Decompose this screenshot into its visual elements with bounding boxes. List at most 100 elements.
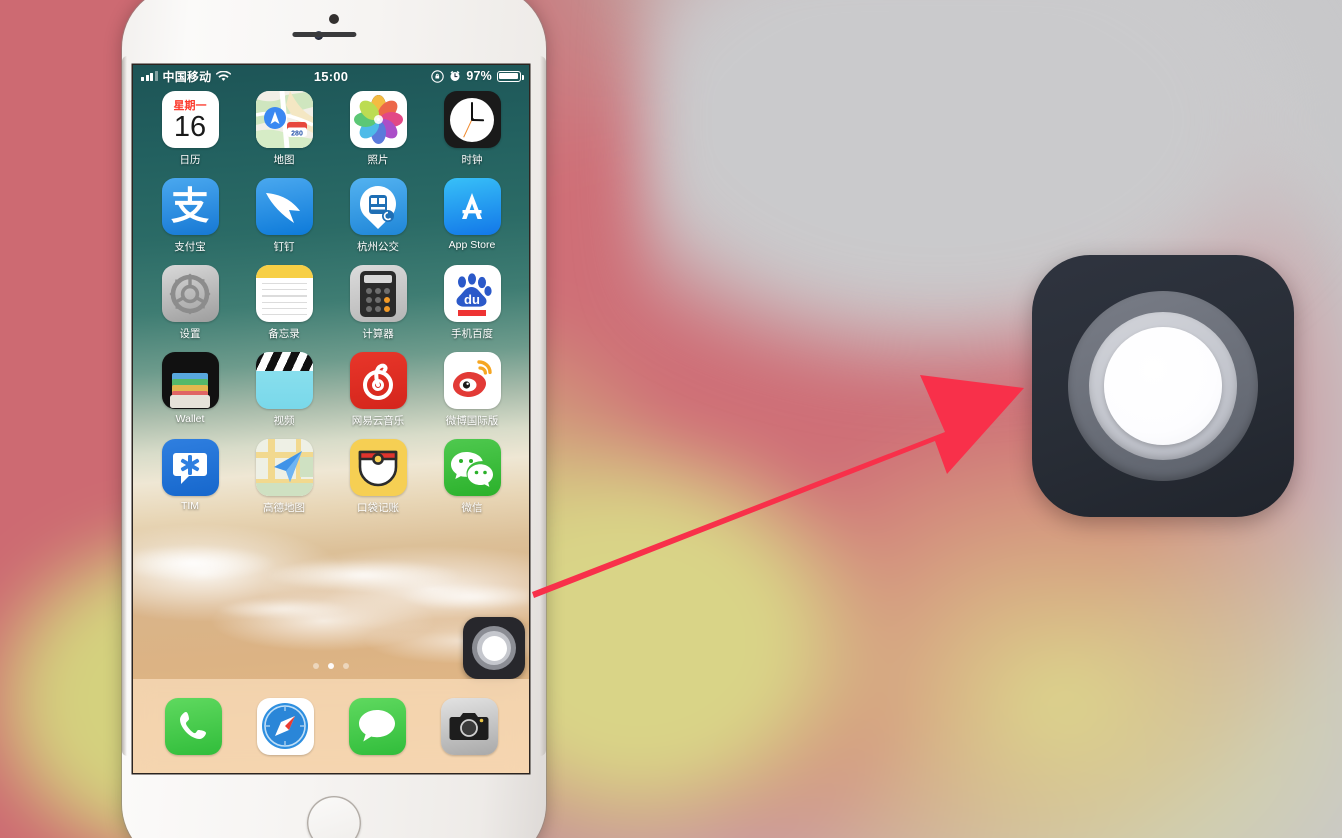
dock: [133, 679, 529, 773]
clock-icon[interactable]: [443, 91, 501, 148]
carrier-label: 中国移动: [162, 69, 212, 84]
alipay-glyph: 支: [170, 185, 209, 228]
app-label: Wallet: [175, 413, 205, 425]
page-dots[interactable]: [133, 663, 529, 669]
baidu-icon[interactable]: du: [443, 265, 501, 322]
app-label: 网易云音乐: [351, 415, 405, 427]
calendar-icon[interactable]: 星期一 16: [161, 91, 219, 148]
app-label: 钉钉: [273, 241, 295, 253]
amap-icon[interactable]: [255, 439, 313, 496]
weibo-icon[interactable]: [443, 352, 501, 409]
app-label: 时钟: [461, 154, 483, 166]
app-grid: 星期一 16 日历 280 地图 照片 时钟 支 支付宝 钉钉 杭州公交 App…: [133, 91, 529, 515]
app-label: App Store: [448, 239, 496, 251]
app-weibo[interactable]: 微博国际版: [425, 352, 519, 428]
app-label: 视频: [273, 415, 295, 427]
settings-gear-icon[interactable]: [161, 265, 219, 322]
callout-outer-ring: [1068, 291, 1258, 481]
wifi-icon: [216, 70, 232, 81]
app-label: 微博国际版: [445, 415, 499, 427]
clapperboard-icon: [255, 352, 313, 371]
page-dot-active[interactable]: [328, 663, 334, 669]
app-label: 支付宝: [174, 241, 206, 253]
app-label: 杭州公交: [357, 241, 399, 253]
app-netease-music[interactable]: 网易云音乐: [331, 352, 425, 428]
app-label: 照片: [367, 154, 389, 166]
app-clock[interactable]: 时钟: [425, 91, 519, 167]
proximity-sensor-icon: [329, 14, 339, 24]
callout-inner-ring: [1089, 312, 1237, 460]
app-tim[interactable]: TIM: [143, 439, 237, 515]
app-photos[interactable]: 照片: [331, 91, 425, 167]
pocket-ledger-icon[interactable]: [349, 439, 407, 496]
app-calendar[interactable]: 星期一 16 日历: [143, 91, 237, 167]
videos-icon[interactable]: [255, 352, 313, 409]
battery-percent-label: 97%: [466, 69, 492, 83]
app-alipay[interactable]: 支 支付宝: [143, 178, 237, 254]
page-dot[interactable]: [313, 663, 319, 669]
app-pocket-ledger[interactable]: 口袋记账: [331, 439, 425, 515]
app-calculator[interactable]: 计算器: [331, 265, 425, 341]
app-notes[interactable]: 备忘录: [237, 265, 331, 341]
app-label: 计算器: [362, 328, 394, 340]
app-app-store[interactable]: App Store: [425, 178, 519, 254]
battery-icon: [497, 70, 524, 82]
svg-text:du: du: [464, 292, 480, 307]
clock-face: [450, 97, 494, 142]
app-wechat[interactable]: 微信: [425, 439, 519, 515]
assistive-touch-enlarged: [1032, 255, 1294, 517]
photos-icon[interactable]: [349, 91, 407, 148]
callout-core: [1104, 327, 1222, 445]
phone-icon[interactable]: [164, 697, 222, 755]
app-label: 日历: [179, 154, 201, 166]
camera-icon[interactable]: [440, 697, 498, 755]
dingtalk-icon[interactable]: [255, 178, 313, 235]
device-edge-right: [540, 56, 546, 756]
alarm-clock-icon: [450, 70, 460, 81]
cellular-bars-icon: [141, 71, 158, 81]
calendar-weekday: 星期一: [173, 99, 207, 112]
assistive-touch-core: [481, 635, 507, 661]
assistive-touch-inner-ring: [477, 631, 511, 665]
messages-icon[interactable]: [348, 697, 406, 755]
app-label: 设置: [179, 328, 201, 340]
device-screen: 中国移动 15:00 97% 星期一 16 日历 280 地图 照片 时钟 支 …: [133, 65, 529, 773]
hangzhou-bus-icon[interactable]: [349, 178, 407, 235]
app-settings[interactable]: 设置: [143, 265, 237, 341]
calculator-icon[interactable]: [349, 265, 407, 322]
app-label: 手机百度: [451, 328, 493, 340]
status-bar: 中国移动 15:00 97%: [133, 65, 529, 87]
app-videos[interactable]: 视频: [237, 352, 331, 428]
safari-compass-icon[interactable]: [256, 697, 314, 755]
maps-icon[interactable]: 280: [255, 91, 313, 148]
page-dot[interactable]: [343, 663, 349, 669]
device-edge-left: [122, 56, 127, 756]
assistive-touch-button[interactable]: [463, 617, 525, 679]
app-baidu[interactable]: du 手机百度: [425, 265, 519, 341]
netease-music-icon[interactable]: [349, 352, 407, 409]
wallet-icon[interactable]: [161, 352, 219, 409]
notes-header: [255, 265, 313, 278]
app-hangzhou-bus[interactable]: 杭州公交: [331, 178, 425, 254]
app-label: 口袋记账: [357, 502, 399, 514]
app-wallet[interactable]: Wallet: [143, 352, 237, 428]
app-label: 备忘录: [268, 328, 300, 340]
app-amap[interactable]: 高德地图: [237, 439, 331, 515]
iphone-device: 中国移动 15:00 97% 星期一 16 日历 280 地图 照片 时钟 支 …: [122, 0, 546, 838]
alipay-icon[interactable]: 支: [161, 178, 219, 235]
app-dingtalk[interactable]: 钉钉: [237, 178, 331, 254]
screenshot-stage: 中国移动 15:00 97% 星期一 16 日历 280 地图 照片 时钟 支 …: [0, 0, 1342, 838]
earpiece-speaker: [292, 32, 357, 37]
app-label: 微信: [461, 502, 483, 514]
home-button[interactable]: [307, 796, 361, 838]
notes-icon[interactable]: [255, 265, 313, 322]
tim-icon[interactable]: [161, 439, 219, 496]
svg-text:280: 280: [291, 130, 303, 137]
calendar-day: 16: [173, 110, 207, 143]
wechat-icon[interactable]: [443, 439, 501, 496]
app-label: TIM: [180, 500, 200, 512]
app-store-icon[interactable]: [443, 178, 501, 235]
app-label: 高德地图: [263, 502, 305, 514]
app-maps[interactable]: 280 地图: [237, 91, 331, 167]
rotation-lock-icon: [431, 69, 445, 83]
